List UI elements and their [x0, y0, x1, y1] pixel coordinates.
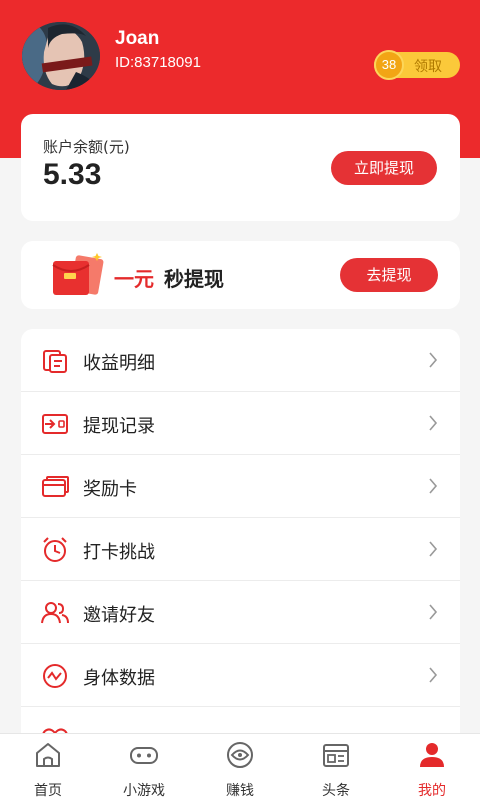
tab-label: 头条 — [322, 783, 350, 799]
go-withdraw-button[interactable]: 去提现 — [340, 258, 438, 292]
bottom-tab-bar: 首页 小游戏 赚钱 头条 我的 — [0, 733, 480, 800]
menu-label: 提现记录 — [83, 416, 155, 437]
user-avatar[interactable] — [22, 22, 100, 90]
tab-home[interactable]: 首页 — [0, 734, 96, 800]
chevron-right-icon — [429, 541, 438, 557]
invite-friends-icon — [41, 602, 69, 624]
gamepad-icon — [130, 747, 158, 764]
tab-mini-games[interactable]: 小游戏 — [96, 734, 192, 800]
chevron-right-icon — [429, 604, 438, 620]
user-id: ID:83718091 — [115, 54, 201, 71]
coin-icon: 38 — [374, 50, 404, 80]
news-icon — [323, 744, 349, 767]
tab-label: 首页 — [34, 783, 62, 799]
red-envelope-icon — [51, 251, 107, 299]
user-name: Joan — [115, 28, 160, 49]
tab-label: 赚钱 — [226, 783, 254, 799]
menu-item-invite-friends[interactable]: 邀请好友 — [21, 581, 460, 644]
chevron-right-icon — [429, 478, 438, 494]
eye-icon — [227, 742, 253, 768]
promo-highlight: 一元 — [114, 267, 154, 291]
home-icon — [36, 743, 60, 767]
menu-item-withdraw-record[interactable]: 提现记录 — [21, 392, 460, 455]
menu-label: 身体数据 — [83, 668, 155, 689]
menu-label: 打卡挑战 — [83, 542, 155, 563]
withdraw-record-icon — [42, 414, 68, 434]
tab-label: 小游戏 — [123, 783, 165, 799]
profile-icon — [420, 743, 444, 767]
withdraw-now-button[interactable]: 立即提现 — [331, 151, 437, 185]
menu-item-body-data[interactable]: 身体数据 — [21, 644, 460, 707]
menu-label: 收益明细 — [83, 353, 155, 374]
menu-item-income-detail[interactable]: 收益明细 — [21, 329, 460, 392]
menu-item-checkin-challenge[interactable]: 打卡挑战 — [21, 518, 460, 581]
alarm-clock-icon — [43, 537, 67, 562]
chevron-right-icon — [429, 667, 438, 683]
promo-card[interactable]: 一元 秒提现 去提现 — [21, 241, 460, 309]
menu-label: 邀请好友 — [83, 605, 155, 626]
chevron-right-icon — [429, 352, 438, 368]
balance-label: 账户余额(元) — [43, 138, 130, 156]
body-data-icon — [43, 664, 67, 688]
tab-mine[interactable]: 我的 — [384, 734, 480, 800]
promo-text: 秒提现 — [164, 267, 224, 291]
reward-card-icon — [42, 476, 69, 497]
tab-earn[interactable]: 赚钱 — [192, 734, 288, 800]
menu-label: 奖励卡 — [83, 479, 137, 500]
income-detail-icon — [43, 350, 67, 373]
balance-card: 账户余额(元) 5.33 立即提现 — [21, 114, 460, 221]
tab-label: 我的 — [418, 783, 446, 799]
menu-list: 收益明细 提现记录 奖励卡 打卡挑战 邀请好友 身体数据 — [21, 329, 460, 749]
tab-headlines[interactable]: 头条 — [288, 734, 384, 800]
menu-item-reward-card[interactable]: 奖励卡 — [21, 455, 460, 518]
chevron-right-icon — [429, 415, 438, 431]
claim-label[interactable]: 领取 — [414, 56, 442, 76]
balance-amount: 5.33 — [43, 158, 102, 191]
